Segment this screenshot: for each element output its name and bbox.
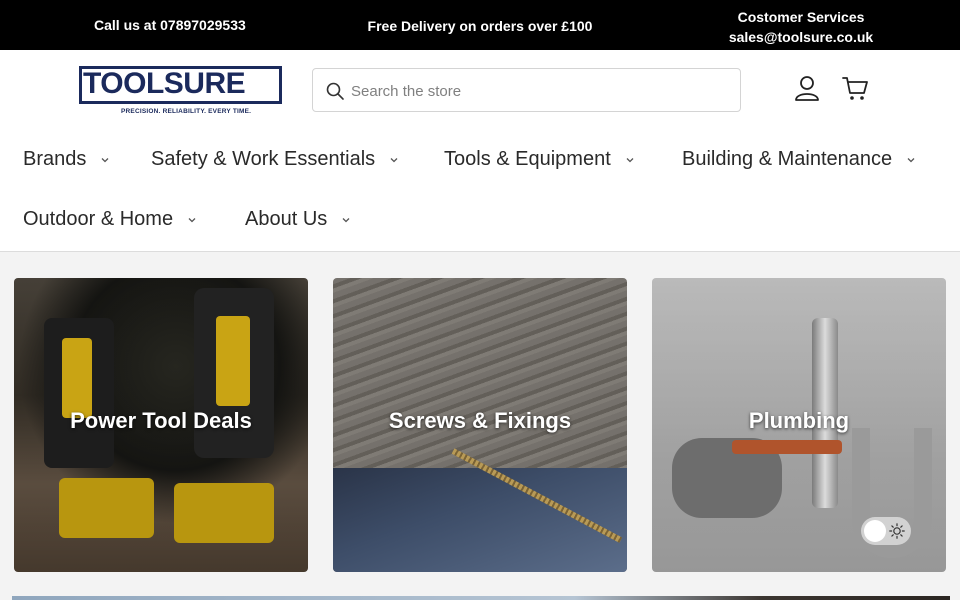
- site-header: TOOLSURE PRECISION. RELIABILITY. EVERY T…: [0, 50, 960, 252]
- category-card-label: Screws & Fixings: [388, 408, 572, 433]
- nav-item-label: Tools & Equipment: [444, 148, 611, 170]
- nav-item-safety[interactable]: Safety & Work Essentials: [151, 148, 399, 171]
- nav-item-tools[interactable]: Tools & Equipment: [444, 148, 635, 171]
- nav-item-label: Brands: [23, 148, 87, 170]
- chevron-down-icon: [390, 157, 398, 162]
- battery-image: [59, 478, 154, 538]
- account-icon[interactable]: [793, 74, 821, 102]
- nav-item-label: About Us: [245, 208, 328, 230]
- next-banner-edge: [12, 596, 950, 600]
- customer-services-title: Costomer Services: [737, 9, 865, 25]
- chevron-down-icon: [626, 157, 634, 162]
- chevron-down-icon: [188, 217, 196, 222]
- nav-item-building[interactable]: Building & Maintenance: [682, 148, 916, 171]
- chevron-down-icon: [342, 217, 350, 222]
- battery-image: [174, 483, 274, 543]
- nav-item-about[interactable]: About Us: [245, 208, 351, 231]
- chevron-down-icon: [101, 157, 109, 162]
- nav-item-label: Building & Maintenance: [682, 148, 893, 170]
- nav-item-label: Safety & Work Essentials: [151, 148, 376, 170]
- logo-tagline: PRECISION. RELIABILITY. EVERY TIME.: [121, 108, 252, 115]
- nav-item-outdoor[interactable]: Outdoor & Home: [23, 208, 197, 231]
- category-card-label: Plumbing: [748, 408, 850, 433]
- impact-driver-image: [44, 318, 114, 468]
- search-bar[interactable]: [312, 68, 741, 112]
- category-card-label: Power Tool Deals: [70, 408, 252, 433]
- announcement-bar: Call us at 07897029533 Free Delivery on …: [0, 0, 960, 50]
- search-icon: [326, 82, 344, 100]
- customer-services: Costomer Services sales@toolsure.co.uk: [722, 7, 880, 47]
- toggle-knob: [864, 520, 886, 542]
- nav-item-brands[interactable]: Brands: [23, 148, 110, 171]
- category-card-screws[interactable]: Screws & Fixings: [333, 278, 627, 572]
- cart-icon[interactable]: [841, 74, 869, 102]
- category-card-power-tools[interactable]: Power Tool Deals: [14, 278, 308, 572]
- store-logo[interactable]: TOOLSURE PRECISION. RELIABILITY. EVERY T…: [79, 66, 282, 122]
- wrench-image: [732, 440, 842, 454]
- search-input[interactable]: [351, 79, 731, 103]
- sun-icon: [889, 523, 905, 539]
- customer-services-email[interactable]: sales@toolsure.co.uk: [722, 27, 880, 47]
- logo-wordmark: TOOLSURE: [83, 67, 246, 100]
- theme-toggle[interactable]: [861, 517, 911, 545]
- nav-item-label: Outdoor & Home: [23, 208, 174, 230]
- chevron-down-icon: [907, 157, 915, 162]
